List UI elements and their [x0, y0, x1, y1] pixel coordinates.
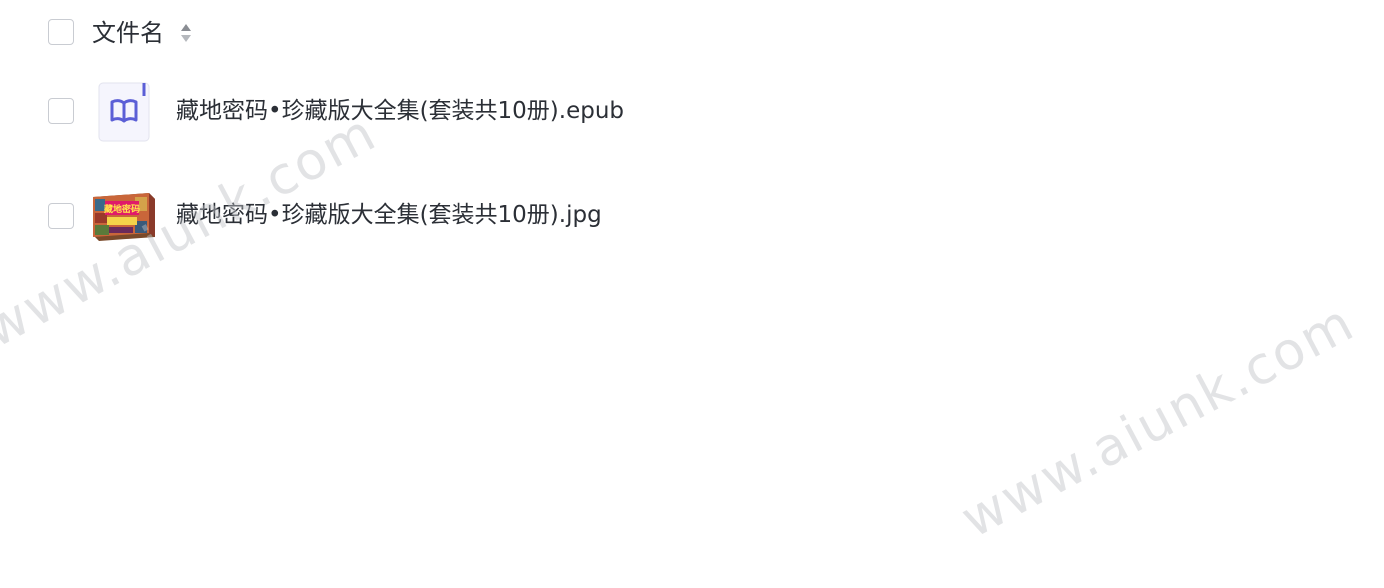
- thumbnail-title-text: 藏地密码: [104, 203, 140, 215]
- file-name[interactable]: 藏地密码•珍藏版大全集(套装共10册).jpg: [176, 199, 602, 231]
- watermark-text: www.aiunk.com: [951, 292, 1365, 550]
- image-thumbnail: 藏地密码: [93, 193, 155, 241]
- sort-icon[interactable]: [179, 21, 193, 45]
- column-header-filename[interactable]: 文件名: [92, 16, 164, 50]
- row-checkbox[interactable]: [48, 203, 74, 229]
- file-list-page: 文件名 藏地密码•珍藏版大全集(套装共10册).epub 藏地密码 藏地密码•珍…: [0, 0, 1384, 588]
- epub-book-icon: [98, 82, 150, 142]
- row-checkbox[interactable]: [48, 98, 74, 124]
- file-name[interactable]: 藏地密码•珍藏版大全集(套装共10册).epub: [176, 95, 624, 127]
- watermark-text: www.aiunk.com: [0, 102, 387, 361]
- select-all-checkbox[interactable]: [48, 19, 74, 45]
